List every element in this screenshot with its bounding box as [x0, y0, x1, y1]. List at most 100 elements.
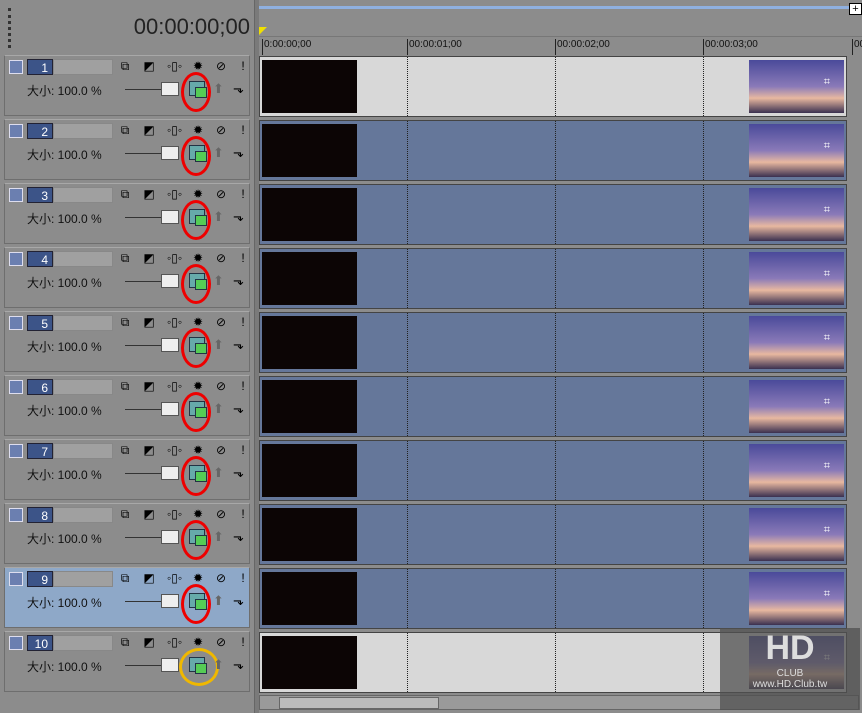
size-slider[interactable]	[125, 89, 165, 90]
solo-icon[interactable]: !	[236, 443, 250, 458]
size-slider[interactable]	[125, 345, 165, 346]
slider-knob[interactable]	[161, 210, 179, 224]
composite-mode-icon[interactable]: ⧉	[118, 379, 132, 394]
slider-knob[interactable]	[161, 82, 179, 96]
solo-icon[interactable]: !	[236, 571, 250, 586]
minimize-track-icon[interactable]	[9, 124, 23, 138]
make-child-icon[interactable]: ⬎	[233, 657, 244, 673]
track-header[interactable]: 5 ⧉ ◩ ◦▯◦ ✹ ⊘! 大小: 100.0 % ⬆ ⬎	[4, 311, 250, 372]
mute-icon[interactable]: ⊘	[214, 379, 228, 394]
motion-icon[interactable]: ◦▯◦	[167, 315, 182, 330]
motion-icon[interactable]: ◦▯◦	[167, 123, 182, 138]
composite-mode-icon[interactable]: ⧉	[118, 251, 132, 266]
parent-overlay-icon[interactable]: ◩	[142, 59, 156, 74]
composite-mode-icon[interactable]: ⧉	[118, 59, 132, 74]
make-child-icon[interactable]: ⬎	[233, 209, 244, 225]
pan-crop-icon[interactable]: ⌗	[824, 396, 830, 409]
track-name-field[interactable]	[53, 187, 113, 203]
minimize-track-icon[interactable]	[9, 60, 23, 74]
track-header[interactable]: 9 ⧉ ◩ ◦▯◦ ✹ ⊘! 大小: 100.0 % ⬆ ⬎	[4, 567, 250, 628]
make-child-icon[interactable]: ⬎	[233, 465, 244, 481]
track-lane[interactable]: ⌗	[259, 376, 847, 437]
solo-icon[interactable]: !	[236, 251, 250, 266]
motion-icon[interactable]: ◦▯◦	[167, 507, 182, 522]
composite-mode-icon[interactable]: ⧉	[118, 315, 132, 330]
parent-overlay-icon[interactable]: ◩	[142, 443, 156, 458]
mute-icon[interactable]: ⊘	[214, 123, 228, 138]
minimize-track-icon[interactable]	[9, 444, 23, 458]
track-lane[interactable]: ⌗	[259, 504, 847, 565]
expand-button[interactable]: +	[849, 3, 862, 15]
size-slider[interactable]	[125, 281, 165, 282]
track-lane[interactable]: ⌗	[259, 184, 847, 245]
parent-overlay-icon[interactable]: ◩	[142, 187, 156, 202]
motion-icon[interactable]: ◦▯◦	[167, 443, 182, 458]
slider-knob[interactable]	[161, 146, 179, 160]
track-lane[interactable]: ⌗	[259, 248, 847, 309]
parent-overlay-icon[interactable]: ◩	[142, 251, 156, 266]
make-child-icon[interactable]: ⬎	[233, 81, 244, 97]
motion-icon[interactable]: ◦▯◦	[167, 187, 182, 202]
track-lane[interactable]: ⌗	[259, 440, 847, 501]
motion-icon[interactable]: ◦▯◦	[167, 635, 182, 650]
pan-crop-icon[interactable]: ⌗	[824, 332, 830, 345]
make-parent-icon[interactable]: ⬆	[213, 145, 224, 161]
track-header[interactable]: 2 ⧉ ◩ ◦▯◦ ✹ ⊘! 大小: 100.0 % ⬆ ⬎	[4, 119, 250, 180]
mute-icon[interactable]: ⊘	[214, 59, 228, 74]
parent-overlay-icon[interactable]: ◩	[142, 315, 156, 330]
scrollbar-thumb[interactable]	[279, 697, 439, 709]
size-slider[interactable]	[125, 409, 165, 410]
slider-knob[interactable]	[161, 594, 179, 608]
track-lane[interactable]: ⌗	[259, 120, 847, 181]
mute-icon[interactable]: ⊘	[214, 635, 228, 650]
make-child-icon[interactable]: ⬎	[233, 273, 244, 289]
composite-mode-icon[interactable]: ⧉	[118, 123, 132, 138]
solo-icon[interactable]: !	[236, 635, 250, 650]
pan-crop-icon[interactable]: ⌗	[824, 268, 830, 281]
motion-icon[interactable]: ◦▯◦	[167, 571, 182, 586]
size-slider[interactable]	[125, 601, 165, 602]
track-lane[interactable]: ⌗	[259, 568, 847, 629]
slider-knob[interactable]	[161, 338, 179, 352]
minimize-track-icon[interactable]	[9, 572, 23, 586]
solo-icon[interactable]: !	[236, 315, 250, 330]
track-name-field[interactable]	[53, 315, 113, 331]
make-child-icon[interactable]: ⬎	[233, 145, 244, 161]
track-header[interactable]: 8 ⧉ ◩ ◦▯◦ ✹ ⊘! 大小: 100.0 % ⬆ ⬎	[4, 503, 250, 564]
track-name-field[interactable]	[53, 571, 113, 587]
solo-icon[interactable]: !	[236, 187, 250, 202]
pan-crop-icon[interactable]: ⌗	[824, 524, 830, 537]
solo-icon[interactable]: !	[236, 379, 250, 394]
track-lane[interactable]: ⌗	[259, 56, 847, 117]
size-slider[interactable]	[125, 665, 165, 666]
parent-overlay-icon[interactable]: ◩	[142, 635, 156, 650]
track-lane[interactable]: ⌗	[259, 312, 847, 373]
mute-icon[interactable]: ⊘	[214, 443, 228, 458]
parent-overlay-icon[interactable]: ◩	[142, 123, 156, 138]
make-parent-icon[interactable]: ⬆	[213, 273, 224, 289]
track-name-field[interactable]	[53, 59, 113, 75]
pan-crop-icon[interactable]: ⌗	[824, 204, 830, 217]
parent-overlay-icon[interactable]: ◩	[142, 379, 156, 394]
pan-crop-icon[interactable]: ⌗	[824, 76, 830, 89]
minimize-track-icon[interactable]	[9, 316, 23, 330]
size-slider[interactable]	[125, 217, 165, 218]
slider-knob[interactable]	[161, 658, 179, 672]
minimize-track-icon[interactable]	[9, 188, 23, 202]
track-header[interactable]: 7 ⧉ ◩ ◦▯◦ ✹ ⊘! 大小: 100.0 % ⬆ ⬎	[4, 439, 250, 500]
slider-knob[interactable]	[161, 274, 179, 288]
make-parent-icon[interactable]: ⬆	[213, 337, 224, 353]
solo-icon[interactable]: !	[236, 507, 250, 522]
track-name-field[interactable]	[53, 123, 113, 139]
size-slider[interactable]	[125, 473, 165, 474]
panel-grip[interactable]	[8, 8, 12, 48]
composite-mode-icon[interactable]: ⧉	[118, 507, 132, 522]
motion-icon[interactable]: ◦▯◦	[167, 251, 182, 266]
slider-knob[interactable]	[161, 402, 179, 416]
make-child-icon[interactable]: ⬎	[233, 337, 244, 353]
mute-icon[interactable]: ⊘	[214, 315, 228, 330]
playhead-marker[interactable]	[259, 27, 267, 35]
make-child-icon[interactable]: ⬎	[233, 593, 244, 609]
track-name-field[interactable]	[53, 507, 113, 523]
loop-region-bar[interactable]	[259, 6, 849, 9]
